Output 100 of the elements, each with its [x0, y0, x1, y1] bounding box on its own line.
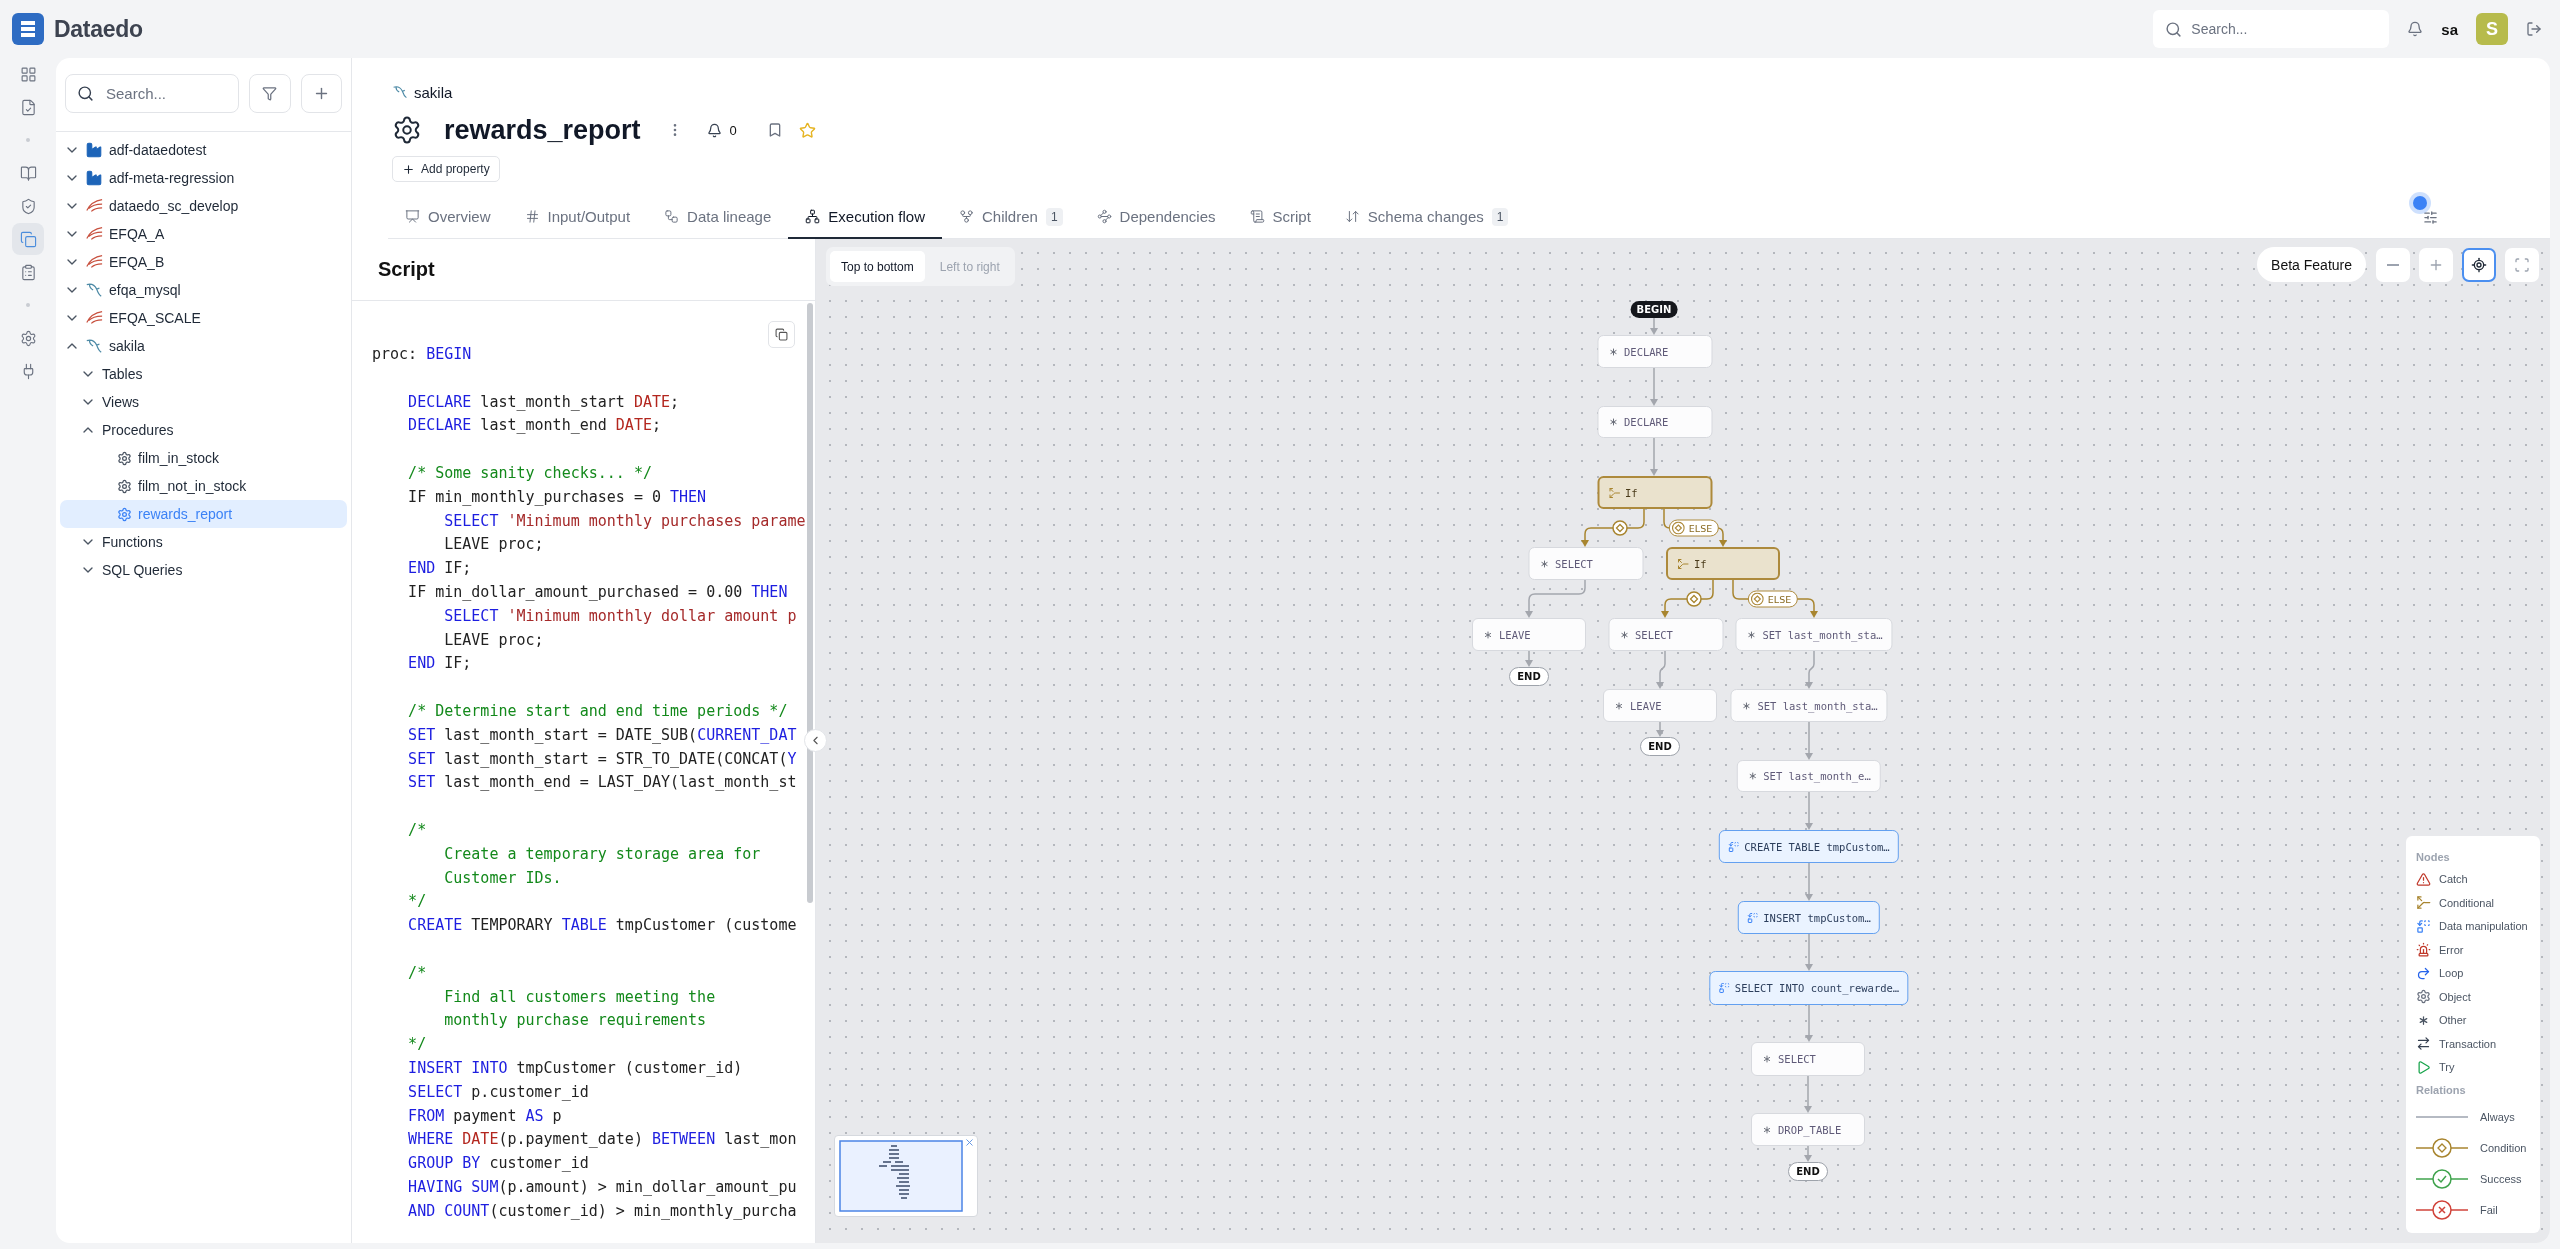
flow-node[interactable]: SELECT [1751, 1042, 1865, 1076]
flow-node[interactable]: If [1666, 547, 1780, 580]
tree-item[interactable]: adf-meta-regression [60, 164, 347, 192]
settings-icon[interactable] [2423, 209, 2438, 225]
legend-label: Catch [2439, 873, 2468, 886]
branch-text: ELSE [1688, 522, 1713, 534]
code-line: */ [407, 892, 428, 913]
object-title: rewards_report [444, 114, 641, 146]
flow-node[interactable]: SELECT [1528, 547, 1643, 580]
tree-item[interactable]: adf-dataedotest [60, 136, 347, 164]
breadcrumb-link[interactable]: sakila [414, 83, 453, 101]
swap-icon [2416, 918, 2431, 934]
logout-icon[interactable] [2526, 21, 2542, 37]
dolphin-icon [85, 337, 103, 355]
panel-title: Script [352, 239, 815, 301]
flow-node[interactable]: SELECT INTO count_rewarde… [1708, 971, 1909, 1005]
tree-item[interactable]: Views [60, 388, 347, 416]
flow-node[interactable]: SET last_month_e… [1736, 760, 1881, 792]
asterisk-icon [1538, 557, 1550, 570]
tab[interactable]: Dependencies [1079, 196, 1233, 239]
minus-icon [2387, 263, 2399, 266]
add-property-button[interactable]: Add property [392, 156, 500, 182]
flow-node[interactable]: SET last_month_sta… [1735, 618, 1893, 651]
flow-connector [1805, 650, 1815, 689]
flow-node[interactable]: INSERT tmpCustom… [1737, 901, 1880, 934]
tree-item[interactable]: Tables [60, 360, 347, 388]
tab[interactable]: Overview [388, 196, 508, 239]
code-line: CREATE TEMPORARY TABLE tmpCustomer (custome [407, 916, 798, 937]
tab[interactable]: Script [1232, 196, 1328, 239]
fullscreen-icon [2514, 256, 2530, 273]
tree-item[interactable]: SQL Queries [60, 556, 347, 584]
tree-item[interactable]: sakila [60, 332, 347, 360]
flow-node[interactable]: DECLARE [1597, 406, 1712, 438]
legend-heading: Relations [2416, 1083, 2467, 1098]
close-button[interactable] [964, 1137, 975, 1148]
center-button[interactable] [2462, 247, 2496, 282]
tree-item[interactable]: EFQA_SCALE [60, 304, 347, 332]
asterisk-icon [1607, 345, 1619, 358]
notification-dot [2413, 195, 2427, 210]
legend-label: Other [2439, 1014, 2467, 1027]
flow-node[interactable]: LEAVE [1472, 618, 1586, 651]
tree-item[interactable]: efqa_mysql [60, 276, 347, 304]
logo-icon [12, 13, 44, 45]
waypoints-icon [1096, 209, 1112, 224]
flow-connector [1525, 650, 1533, 667]
tree-item[interactable]: EFQA_B [60, 248, 347, 276]
scrollbar[interactable] [807, 303, 813, 903]
branch-text: ELSE [1767, 593, 1792, 605]
count-badge: 1 [1491, 207, 1509, 226]
tab[interactable]: Input/Output [507, 196, 648, 239]
tree-item[interactable]: film_not_in_stock [60, 472, 347, 500]
tree-item[interactable]: Functions [60, 528, 347, 556]
flow-node[interactable]: END [1640, 737, 1680, 756]
flow-node[interactable]: BEGIN [1630, 301, 1678, 318]
minimap[interactable] [834, 1135, 978, 1217]
swap-icon [1717, 982, 1730, 994]
flow-node[interactable]: SELECT [1608, 618, 1723, 651]
code-line: GROUP BY customer_id [407, 1154, 590, 1175]
notification-count: 0 [729, 122, 737, 138]
book-icon [19, 164, 37, 182]
branch-icon [1677, 557, 1689, 570]
nav-button[interactable] [12, 223, 44, 255]
code-line: DECLARE last_month_start DATE; [407, 392, 681, 413]
gear-icon [19, 329, 37, 347]
flow-node[interactable]: SET last_month_sta… [1730, 689, 1888, 722]
tree-item[interactable]: EFQA_A [60, 220, 347, 248]
copy-button[interactable] [768, 321, 795, 348]
code-line: DECLARE last_month_end DATE; [407, 416, 662, 437]
filter-button[interactable] [249, 74, 291, 113]
flow-connector [1804, 1075, 1812, 1113]
layout-option[interactable]: Top to bottom [830, 251, 925, 282]
tree-item[interactable]: dataedo_sc_develop [60, 192, 347, 220]
search-field[interactable]: Search... [65, 74, 239, 113]
code-line: LEAVE proc; [443, 630, 545, 651]
flow-node[interactable]: DECLARE [1597, 335, 1712, 368]
code-line: END IF; [407, 559, 473, 580]
tab[interactable]: Data lineage [647, 196, 789, 239]
search-field[interactable]: Search... [2153, 10, 2390, 48]
flow-node[interactable]: LEAVE [1603, 689, 1717, 722]
hash-icon [524, 209, 540, 224]
code-line: END IF; [407, 654, 473, 675]
tree-item[interactable]: film_in_stock [60, 444, 347, 472]
bell-icon[interactable] [706, 122, 722, 138]
bell-icon[interactable] [2407, 21, 2424, 37]
flow-node[interactable]: If [1597, 476, 1712, 509]
asterisk-icon [1740, 699, 1753, 712]
warning-icon [2416, 871, 2431, 887]
factory-icon [85, 169, 103, 187]
star-icon[interactable] [798, 121, 816, 139]
tab[interactable]: Schema changes 1 [1327, 196, 1526, 239]
code-line: Find all customers meeting the [443, 987, 717, 1008]
flow-node[interactable]: END [1509, 667, 1549, 686]
flow-node[interactable]: CREATE TABLE tmpCustom… [1718, 830, 1899, 863]
flow-node[interactable]: DROP_TABLE [1751, 1113, 1865, 1146]
flow-node[interactable]: END [1788, 1162, 1828, 1181]
tree-item[interactable]: Procedures [60, 416, 347, 444]
presentation-icon [405, 209, 420, 224]
flow-connector [1805, 1004, 1813, 1042]
tab[interactable]: Children 1 [942, 196, 1080, 239]
flow-connector [1805, 933, 1813, 971]
